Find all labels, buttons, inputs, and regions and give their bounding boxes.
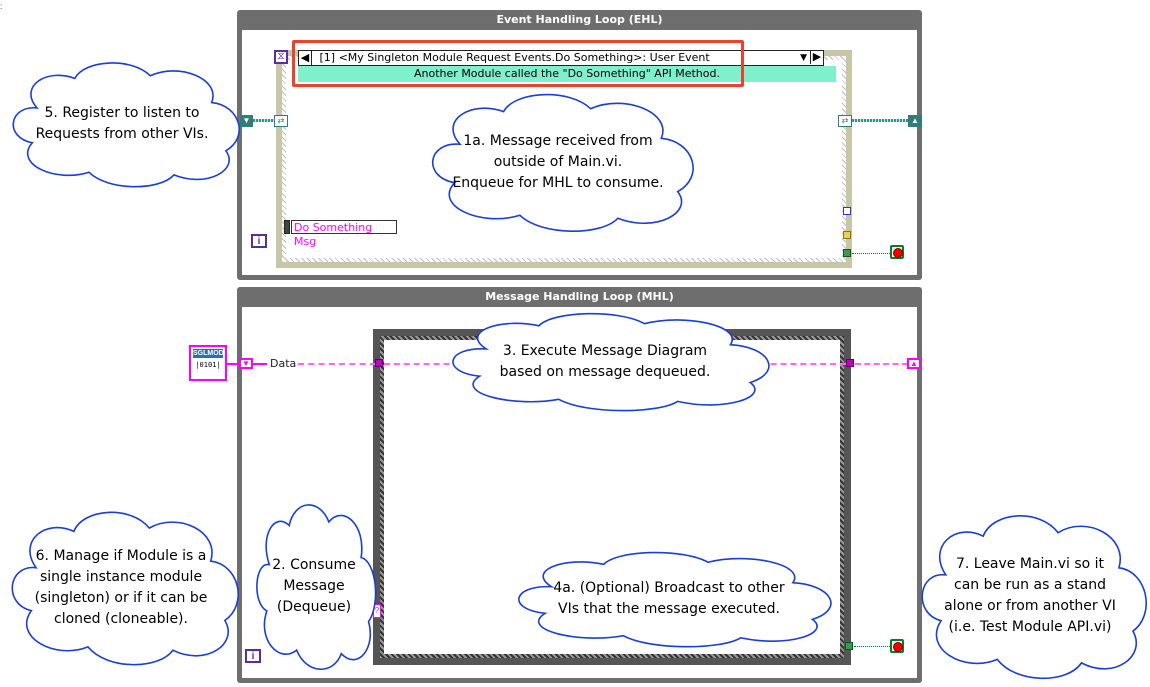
mhl-left-shift-register: ▼ — [239, 358, 253, 369]
highlight-box — [292, 40, 744, 87]
module-icon-bits: |0101| — [195, 361, 221, 369]
callout-execute-text: 3. Execute Message Diagram based on mess… — [499, 342, 711, 380]
data-wire-left-a — [253, 363, 267, 365]
ehl-stop-icon[interactable] — [890, 245, 904, 259]
mhl-stop-icon[interactable] — [890, 639, 904, 653]
ehl-tunnel-blue — [843, 207, 851, 215]
module-icon[interactable]: SGLMOD |0101| — [189, 345, 227, 381]
ehl-stop-wire — [852, 253, 890, 254]
callout-consume-text: 2. Consume Message (Dequeue) — [272, 556, 356, 615]
case-tunnel-right — [846, 359, 854, 367]
constant-indicator — [284, 220, 290, 234]
event-reg-node-left: ⇄ — [274, 115, 288, 127]
module-icon-label: SGLMOD — [193, 349, 224, 358]
corner-marker: : — [0, 2, 3, 11]
mhl-title: Message Handling Loop (MHL) — [485, 290, 674, 303]
ehl-right-tunnel: ▲ — [908, 115, 922, 127]
data-wire-label: Data — [270, 357, 297, 370]
callout-message-received-text: 1a. Message received from outside of Mai… — [452, 132, 664, 191]
class-wire-in — [227, 363, 239, 365]
chevron-down-icon[interactable]: ▼ — [800, 51, 807, 65]
data-wire-left-b — [298, 363, 376, 365]
data-wire-right — [855, 363, 908, 365]
timeout-icon: ⧖ — [274, 50, 288, 64]
callout-manage-module: 6. Manage if Module is a single instance… — [3, 505, 239, 670]
callout-consume: 2. Consume Message (Dequeue) — [252, 497, 376, 675]
ehl-ref-wire-left — [253, 119, 275, 122]
case-tunnel-left — [375, 359, 383, 367]
selector-increment-icon[interactable]: ▶ — [810, 51, 823, 64]
callout-manage-module-text: 6. Manage if Module is a single instance… — [34, 547, 208, 627]
callout-broadcast-text: 4a. (Optional) Broadcast to other VIs th… — [553, 580, 785, 617]
ehl-left-tunnel: ▼ — [240, 115, 253, 127]
ehl-ref-wire-right — [852, 119, 908, 122]
mhl-stop-wire — [854, 646, 890, 647]
mhl-right-shift-register: ▲ — [907, 358, 921, 369]
callout-leave-main: 7. Leave Main.vi so it can be run as a s… — [913, 508, 1147, 684]
mhl-tunnel-green — [845, 642, 853, 650]
callout-message-received: 1a. Message received from outside of Mai… — [422, 88, 694, 236]
ehl-tunnel-gold — [843, 231, 851, 239]
do-something-msg-constant[interactable]: Do Something Msg — [291, 220, 397, 248]
callout-broadcast: 4a. (Optional) Broadcast to other VIs th… — [506, 548, 832, 650]
ehl-iteration-icon: i — [251, 234, 267, 248]
callout-execute: 3. Execute Message Diagram based on mess… — [440, 309, 770, 414]
ehl-title: Event Handling Loop (EHL) — [496, 13, 663, 26]
ehl-tunnel-green — [843, 249, 851, 257]
callout-register-text: 5. Register to listen to Requests from o… — [35, 105, 209, 142]
callout-register: 5. Register to listen to Requests from o… — [4, 57, 240, 191]
event-reg-node-right: ⇄ — [838, 115, 852, 127]
callout-leave-main-text: 7. Leave Main.vi so it can be run as a s… — [944, 556, 1116, 635]
